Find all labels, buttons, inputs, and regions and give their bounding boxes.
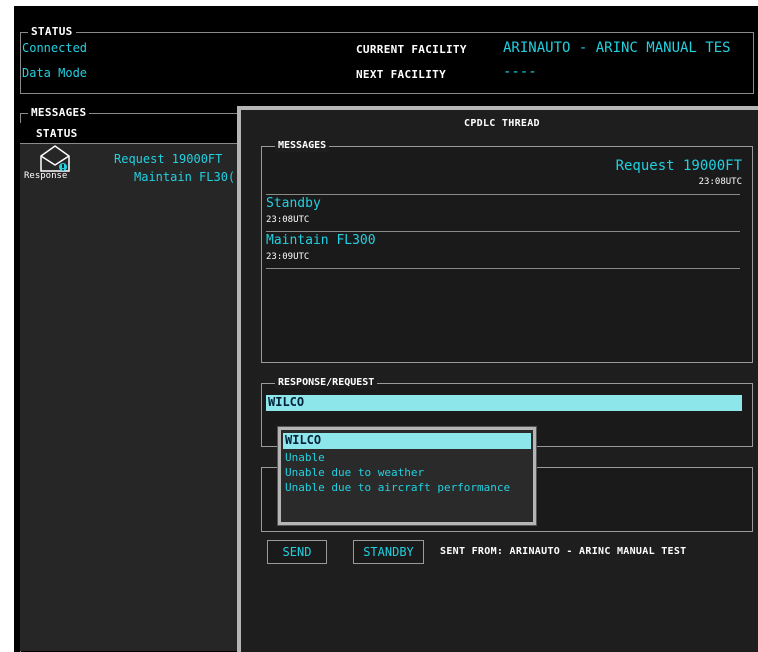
thread-message-time: 23:08UTC — [698, 177, 742, 187]
messages-list-panel — [20, 133, 240, 651]
message-divider — [266, 231, 740, 232]
thread-message-text: Standby — [266, 196, 321, 211]
messages-legend: MESSAGES — [28, 106, 90, 119]
connection-status: Connected — [22, 41, 88, 55]
response-request-legend: RESPONSE/REQUEST — [275, 377, 378, 389]
dropdown-option[interactable]: Unable due to aircraft performance — [285, 481, 510, 494]
current-facility-value: ARINAUTO - ARINC MANUAL TES — [503, 40, 731, 56]
status-legend: STATUS — [28, 25, 76, 38]
message-divider — [266, 268, 740, 269]
thread-message[interactable]: Request 19000FT 23:08UTC — [262, 158, 750, 193]
thread-message[interactable]: Standby 23:08UTC — [262, 196, 750, 230]
thread-message-time: 23:08UTC — [266, 215, 310, 225]
thread-message-text: Maintain FL300 — [266, 233, 376, 248]
message-divider — [266, 194, 740, 195]
dropdown-option[interactable]: Unable — [285, 451, 325, 464]
data-mode: Data Mode — [22, 66, 88, 80]
thread-message-time: 23:09UTC — [266, 252, 310, 262]
thread-title: CPDLC THREAD — [464, 118, 540, 129]
next-facility-label: NEXT FACILITY — [356, 68, 446, 81]
next-facility-value: ---- — [503, 64, 537, 80]
current-facility-label: CURRENT FACILITY — [356, 43, 467, 56]
response-request-field[interactable]: WILCO — [266, 395, 742, 411]
list-item-line2: Maintain FL30( — [134, 170, 236, 184]
list-item-line1: Request 19000FT — [114, 152, 223, 166]
envelope-response-icon — [39, 144, 71, 172]
sent-from-label: SENT FROM: ARINAUTO - ARINC MANUAL TEST — [440, 546, 687, 557]
response-dropdown[interactable]: WILCO Unable Unable due to weather Unabl… — [277, 426, 537, 526]
thread-message-text: Request 19000FT — [615, 158, 742, 174]
thread-messages-legend: MESSAGES — [275, 140, 330, 152]
standby-button[interactable]: STANDBY — [353, 540, 424, 564]
dropdown-option[interactable]: Unable due to weather — [285, 466, 424, 479]
dropdown-option-selected[interactable]: WILCO — [283, 433, 531, 449]
thread-message[interactable]: Maintain FL300 23:09UTC — [262, 233, 750, 267]
status-column-header: STATUS — [36, 127, 78, 140]
list-item-status: Response — [24, 171, 68, 181]
send-button[interactable]: SEND — [267, 540, 327, 564]
list-item[interactable]: Response Request 19000FT Maintain FL30( — [22, 144, 236, 184]
